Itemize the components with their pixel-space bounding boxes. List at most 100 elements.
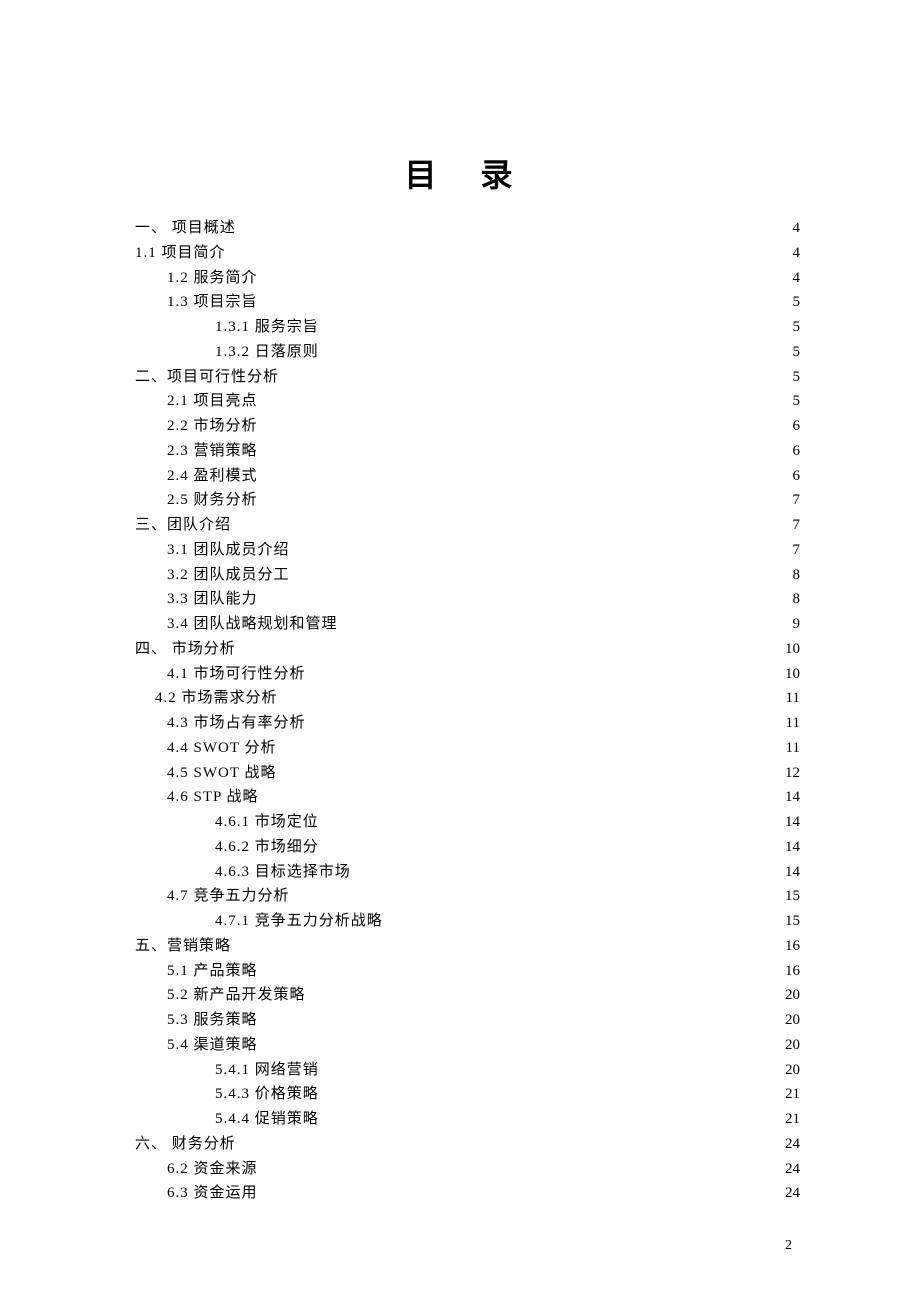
toc-entry: 6.3 资金运用 24 (135, 1181, 800, 1206)
toc-entry: 4.7 竞争五力分析 15 (135, 884, 800, 909)
toc-entry-page: 15 (785, 884, 800, 909)
toc-entry-page: 11 (786, 736, 800, 761)
toc-entry: 四、 市场分析 10 (135, 637, 800, 662)
page-number: 2 (785, 1238, 792, 1254)
toc-entry-page: 24 (785, 1181, 800, 1206)
toc-entry: 4.3 市场占有率分析11 (135, 711, 800, 736)
toc-entry: 3.2 团队成员分工 8 (135, 563, 800, 588)
toc-entry: 4.4 SWOT 分析 11 (135, 736, 800, 761)
toc-entry: 4.2 市场需求分析 11 (135, 686, 800, 711)
toc-entry-page: 6 (793, 439, 801, 464)
toc-entry-label: 4.6.2 市场细分 (215, 835, 319, 860)
toc-entry-label: 1.3 项目宗旨 (167, 290, 258, 315)
toc-entry: 3.1 团队成员介绍 7 (135, 538, 800, 563)
toc-entry-label: 4.4 SWOT 分析 (167, 736, 276, 761)
toc-entry-label: 4.7.1 竞争五力分析战略 (215, 909, 383, 934)
toc-entry-label: 6.3 资金运用 (167, 1181, 258, 1206)
toc-entry-label: 2.2 市场分析 (167, 414, 258, 439)
toc-entry: 五、营销策略16 (135, 934, 800, 959)
toc-entry-page: 14 (785, 785, 800, 810)
toc-entry-page: 24 (785, 1157, 800, 1182)
toc-entry: 1.3.1 服务宗旨5 (135, 315, 800, 340)
toc-entry-page: 11 (786, 686, 800, 711)
toc-entry-label: 4.6.1 市场定位 (215, 810, 319, 835)
toc-entry: 3.4 团队战略规划和管理 9 (135, 612, 800, 637)
toc-entry: 4.7.1 竞争五力分析战略 15 (135, 909, 800, 934)
toc-entry: 二、项目可行性分析5 (135, 365, 800, 390)
toc-entry-page: 20 (785, 983, 800, 1008)
toc-entry-label: 二、项目可行性分析 (135, 365, 279, 390)
toc-entry: 4.6.2 市场细分 14 (135, 835, 800, 860)
toc-entry: 2.2 市场分析6 (135, 414, 800, 439)
toc-entry-page: 10 (785, 662, 800, 687)
toc-entry: 2.4 盈利模式 6 (135, 464, 800, 489)
toc-entry-page: 6 (793, 464, 801, 489)
toc-entry-page: 20 (785, 1058, 800, 1083)
toc-entry: 六、 财务分析24 (135, 1132, 800, 1157)
toc-entry-page: 14 (785, 810, 800, 835)
toc-entry-label: 5.4.1 网络营销 (215, 1058, 319, 1083)
toc-entry-page: 8 (793, 587, 801, 612)
toc-entry-page: 5 (793, 389, 801, 414)
toc-entry: 4.6.1 市场定位 14 (135, 810, 800, 835)
toc-entry: 5.4.4 促销策略 21 (135, 1107, 800, 1132)
toc-entry-page: 15 (785, 909, 800, 934)
toc-entry: 2.5 财务分析7 (135, 488, 800, 513)
toc-entry-page: 16 (785, 959, 800, 984)
toc-entry: 一、 项目概述 4 (135, 216, 800, 241)
toc-entry: 5.4 渠道策略20 (135, 1033, 800, 1058)
toc-entry-label: 3.2 团队成员分工 (167, 563, 290, 588)
toc-entry: 3.3 团队能力8 (135, 587, 800, 612)
toc-entry: 4.6 STP 战略14 (135, 785, 800, 810)
toc-entry: 5.4.1 网络营销 20 (135, 1058, 800, 1083)
toc-title: 目 录 (135, 150, 800, 196)
document-page: 目 录 一、 项目概述41.1 项目简介41.2 服务简介41.3 项目宗旨51… (0, 0, 920, 1302)
toc-entry: 5.3 服务策略 20 (135, 1008, 800, 1033)
toc-entry-page: 4 (793, 216, 801, 241)
toc-entry: 6.2 资金来源 24 (135, 1157, 800, 1182)
toc-entry-label: 4.7 竞争五力分析 (167, 884, 290, 909)
toc-entry-label: 3.1 团队成员介绍 (167, 538, 290, 563)
toc-entry-label: 2.4 盈利模式 (167, 464, 258, 489)
toc-entry-label: 4.1 市场可行性分析 (167, 662, 306, 687)
toc-entry-label: 2.1 项目亮点 (167, 389, 258, 414)
toc-entry-label: 一、 项目概述 (135, 216, 236, 241)
toc-entry-label: 5.3 服务策略 (167, 1008, 258, 1033)
toc-entry-page: 16 (785, 934, 800, 959)
toc-entry-label: 六、 财务分析 (135, 1132, 236, 1157)
toc-entry-page: 14 (785, 835, 800, 860)
toc-entry-label: 1.3.1 服务宗旨 (215, 315, 319, 340)
toc-entry-page: 7 (793, 513, 801, 538)
toc-entry-label: 5.4.4 促销策略 (215, 1107, 319, 1132)
toc-entry-page: 10 (785, 637, 800, 662)
toc-entry-label: 2.3 营销策略 (167, 439, 258, 464)
toc-entry-page: 5 (793, 290, 801, 315)
toc-entry-label: 1.1 项目简介 (135, 241, 226, 266)
toc-entry-label: 1.3.2 日落原则 (215, 340, 319, 365)
toc-entry: 2.1 项目亮点 5 (135, 389, 800, 414)
toc-entry: 1.3.2 日落原则5 (135, 340, 800, 365)
toc-entry-page: 4 (793, 241, 801, 266)
toc-entry-page: 14 (785, 860, 800, 885)
toc-entry-page: 20 (785, 1008, 800, 1033)
toc-entry-label: 6.2 资金来源 (167, 1157, 258, 1182)
toc-entry: 5.2 新产品开发策略 20 (135, 983, 800, 1008)
toc-entry-label: 三、团队介绍 (135, 513, 231, 538)
toc-entry: 5.1 产品策略16 (135, 959, 800, 984)
toc-entry-page: 21 (785, 1107, 800, 1132)
toc-entry: 4.1 市场可行性分析 10 (135, 662, 800, 687)
toc-entry-page: 8 (793, 563, 801, 588)
toc-entry: 4.5 SWOT 战略12 (135, 761, 800, 786)
toc-entry: 2.3 营销策略 6 (135, 439, 800, 464)
toc-entry-label: 4.2 市场需求分析 (155, 686, 278, 711)
toc-entry-page: 4 (793, 266, 801, 291)
toc-entry: 4.6.3 目标选择市场14 (135, 860, 800, 885)
toc-entry-page: 9 (793, 612, 801, 637)
toc-entry-page: 7 (793, 538, 801, 563)
toc-entry: 1.1 项目简介 4 (135, 241, 800, 266)
toc-entry: 5.4.3 价格策略21 (135, 1082, 800, 1107)
toc-entry-label: 3.4 团队战略规划和管理 (167, 612, 338, 637)
toc-entry-label: 四、 市场分析 (135, 637, 236, 662)
toc-entry-label: 4.3 市场占有率分析 (167, 711, 306, 736)
toc-entry-label: 5.2 新产品开发策略 (167, 983, 306, 1008)
